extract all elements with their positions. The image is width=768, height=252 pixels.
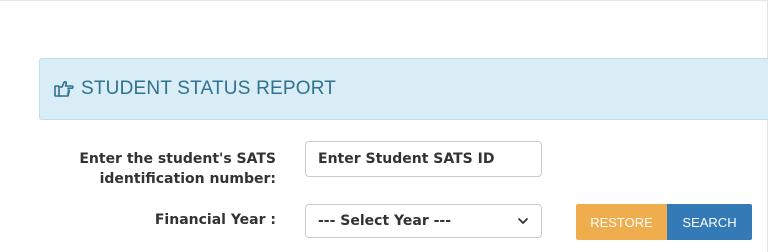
financial-year-select[interactable]: --- Select Year ---: [305, 204, 542, 238]
financial-year-selected: --- Select Year ---: [318, 213, 452, 229]
page-title: STUDENT STATUS REPORT: [81, 78, 337, 99]
search-button[interactable]: SEARCH: [667, 204, 752, 240]
hand-pointer-icon: [54, 80, 74, 98]
financial-year-label: Financial Year :: [154, 212, 276, 228]
sats-id-label: Enter the student's SATS identification …: [79, 151, 276, 187]
top-divider: [0, 0, 768, 1]
chevron-down-icon: [517, 215, 529, 227]
sats-id-input[interactable]: [305, 141, 542, 177]
panel-header: STUDENT STATUS REPORT: [39, 58, 768, 120]
restore-button[interactable]: RESTORE: [576, 204, 667, 240]
